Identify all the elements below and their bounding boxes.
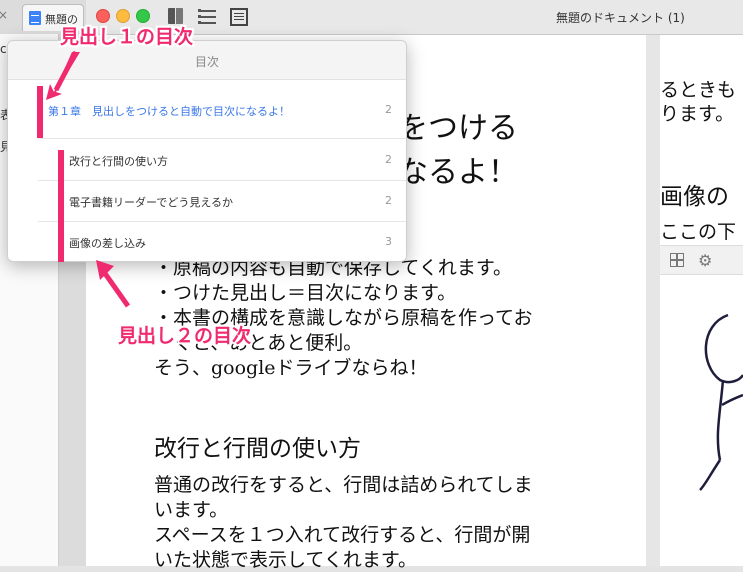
toc-item-label: 電子書籍リーダーでどう見えるか: [69, 196, 234, 209]
toc-list-icon[interactable]: [198, 8, 218, 26]
bullet-line: ・つけた見出し＝目次になります。: [154, 282, 457, 304]
toc-item-h1[interactable]: 第１章 見出しをつけると自動で目次になるよ！ 2: [8, 89, 406, 129]
toc-item-page: 2: [385, 103, 392, 116]
title-fragment: なるよ！: [398, 155, 518, 190]
toc-item-label: 第１章 見出しをつけると自動で目次になるよ！: [48, 105, 290, 118]
paragraph-line: いた状態で表示してくれます。: [154, 549, 417, 571]
toc-item-page: 2: [385, 153, 392, 166]
h1-annotation-label: 見出し１の目次: [60, 26, 194, 48]
paragraph-line: います。: [154, 499, 229, 521]
toc-item-page: 2: [385, 194, 392, 207]
h2-annotation-bar: [58, 150, 64, 262]
tab-close-icon[interactable]: ×: [0, 8, 14, 24]
image-toolbar: ⚙: [660, 245, 743, 275]
stick-figure-drawing: [699, 313, 743, 491]
close-window-button[interactable]: [96, 9, 110, 23]
toc-item-h2[interactable]: 改行と行間の使い方 2: [8, 139, 406, 179]
closing-line: そう、googleドライブならね！: [154, 357, 428, 379]
title-fragment: をつける: [398, 111, 518, 146]
toc-item-h2[interactable]: 電子書籍リーダーでどう見えるか 2: [8, 180, 406, 220]
toc-item-page: 3: [385, 235, 392, 248]
toc-item-h2[interactable]: 画像の差し込み 3: [8, 221, 406, 261]
minimize-window-button[interactable]: [116, 9, 130, 23]
document-list-icon[interactable]: [230, 8, 248, 26]
page2-line: るときも: [660, 79, 737, 101]
zoom-window-button[interactable]: [136, 9, 150, 23]
paragraph-line: 普通の改行をすると、行間は詰められてしま: [154, 474, 533, 496]
google-docs-icon: [29, 11, 41, 25]
grid-icon[interactable]: [670, 253, 684, 267]
section-heading: 改行と行間の使い方: [154, 436, 361, 462]
paragraph-line: スペースを１つ入れて改行すると、行間が開: [154, 524, 531, 546]
h2-annotation-label: 見出し２の目次: [118, 325, 252, 347]
toc-title: 目次: [194, 55, 219, 69]
page2-subline: ここの下: [660, 221, 737, 243]
window-title: 無題のドキュメント (1): [556, 11, 685, 25]
page2-heading: 画像の: [660, 184, 729, 210]
page2-line: ります。: [660, 103, 735, 125]
toc-popover: 目次 第１章 見出しをつけると自動で目次になるよ！ 2 改行と行間の使い方 2 …: [7, 40, 407, 262]
next-page[interactable]: るときも ります。 画像の ここの下 ⚙: [660, 35, 743, 566]
h1-annotation-bar: [37, 86, 43, 138]
toc-item-label: 画像の差し込み: [69, 237, 146, 250]
page-gap: [646, 35, 660, 566]
gear-icon[interactable]: ⚙: [698, 251, 712, 270]
toc-item-label: 改行と行間の使い方: [69, 155, 168, 168]
